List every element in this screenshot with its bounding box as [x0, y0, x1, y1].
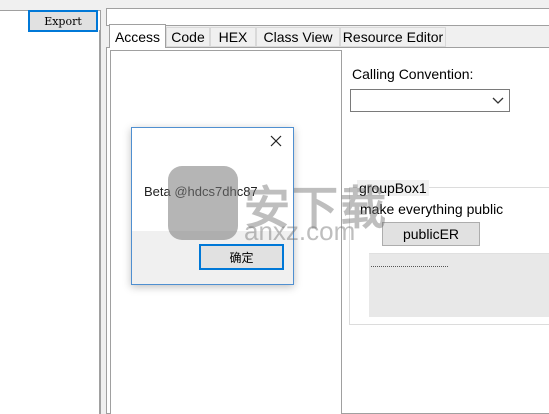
ok-button[interactable]: 确定: [199, 244, 284, 270]
tab-code[interactable]: Code: [166, 27, 210, 47]
tab-resource-editor[interactable]: Resource Editor: [340, 27, 446, 47]
export-button[interactable]: Export: [28, 10, 98, 32]
calling-convention-select[interactable]: [350, 89, 510, 112]
address-input[interactable]: [106, 8, 549, 26]
dotted-divider: [371, 266, 448, 267]
output-panel: [369, 253, 549, 317]
watermark-url: anxz.com: [244, 216, 356, 246]
public-er-button[interactable]: publicER: [382, 222, 480, 246]
tab-access[interactable]: Access: [109, 24, 166, 48]
tab-hex[interactable]: HEX: [210, 27, 256, 47]
close-icon[interactable]: [269, 134, 283, 148]
watermark-logo-icon: [168, 166, 238, 240]
left-tree-view[interactable]: [0, 30, 100, 414]
calling-convention-label: Calling Convention:: [352, 66, 474, 82]
tab-class-view[interactable]: Class View: [256, 27, 340, 47]
chevron-down-icon: [492, 97, 504, 104]
